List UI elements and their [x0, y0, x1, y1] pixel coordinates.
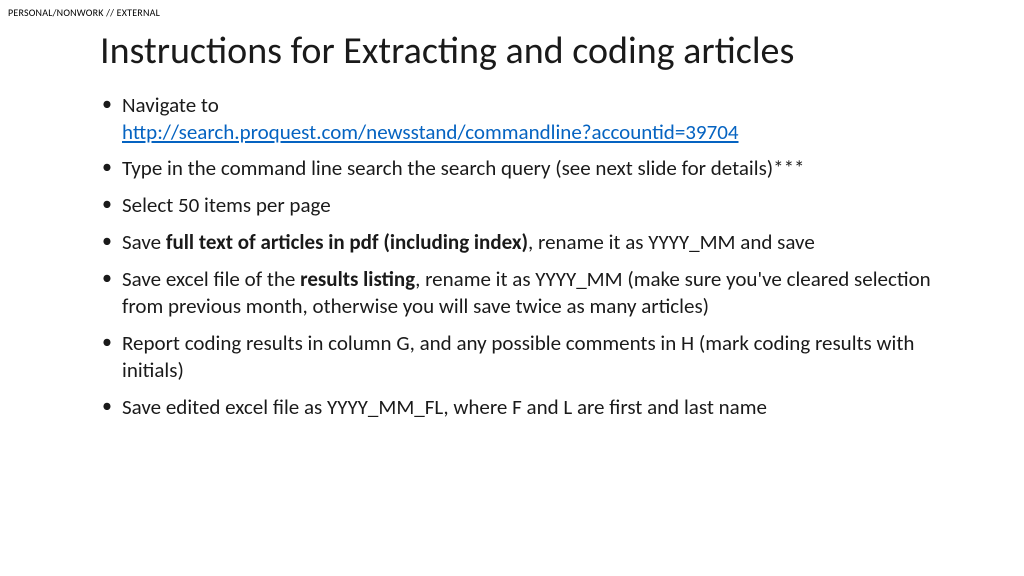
list-item: Save excel file of the results listing, … [100, 266, 944, 320]
bullet-text: , rename it as YYYY_MM and save [528, 229, 815, 255]
classification-label: PERSONAL/NONWORK // EXTERNAL [8, 6, 160, 19]
bullet-text: Select 50 items per page [122, 192, 331, 218]
slide-title: Instructions for Extracting and coding a… [100, 30, 944, 74]
bullet-text: Type in the command line search the sear… [122, 155, 805, 181]
list-item: Navigate to http://search.proquest.com/n… [100, 92, 944, 146]
bullet-text: Navigate to [122, 92, 219, 118]
bullet-bold: results listing [300, 266, 415, 292]
bullet-text: Save excel file of the [122, 266, 300, 292]
list-item: Save full text of articles in pdf (inclu… [100, 229, 944, 256]
list-item: Type in the command line search the sear… [100, 155, 944, 182]
bullet-list: Navigate to http://search.proquest.com/n… [100, 92, 944, 421]
bullet-text: Report coding results in column G, and a… [122, 330, 914, 383]
bullet-bold: full text of articles in pdf (including … [166, 229, 528, 255]
list-item: Save edited excel file as YYYY_MM_FL, wh… [100, 394, 944, 421]
list-item: Select 50 items per page [100, 192, 944, 219]
slide-content: Instructions for Extracting and coding a… [0, 0, 1024, 450]
proquest-link[interactable]: http://search.proquest.com/newsstand/com… [122, 119, 739, 145]
bullet-text: Save edited excel file as YYYY_MM_FL, wh… [122, 394, 767, 420]
bullet-text: Save [122, 229, 166, 255]
list-item: Report coding results in column G, and a… [100, 330, 944, 384]
